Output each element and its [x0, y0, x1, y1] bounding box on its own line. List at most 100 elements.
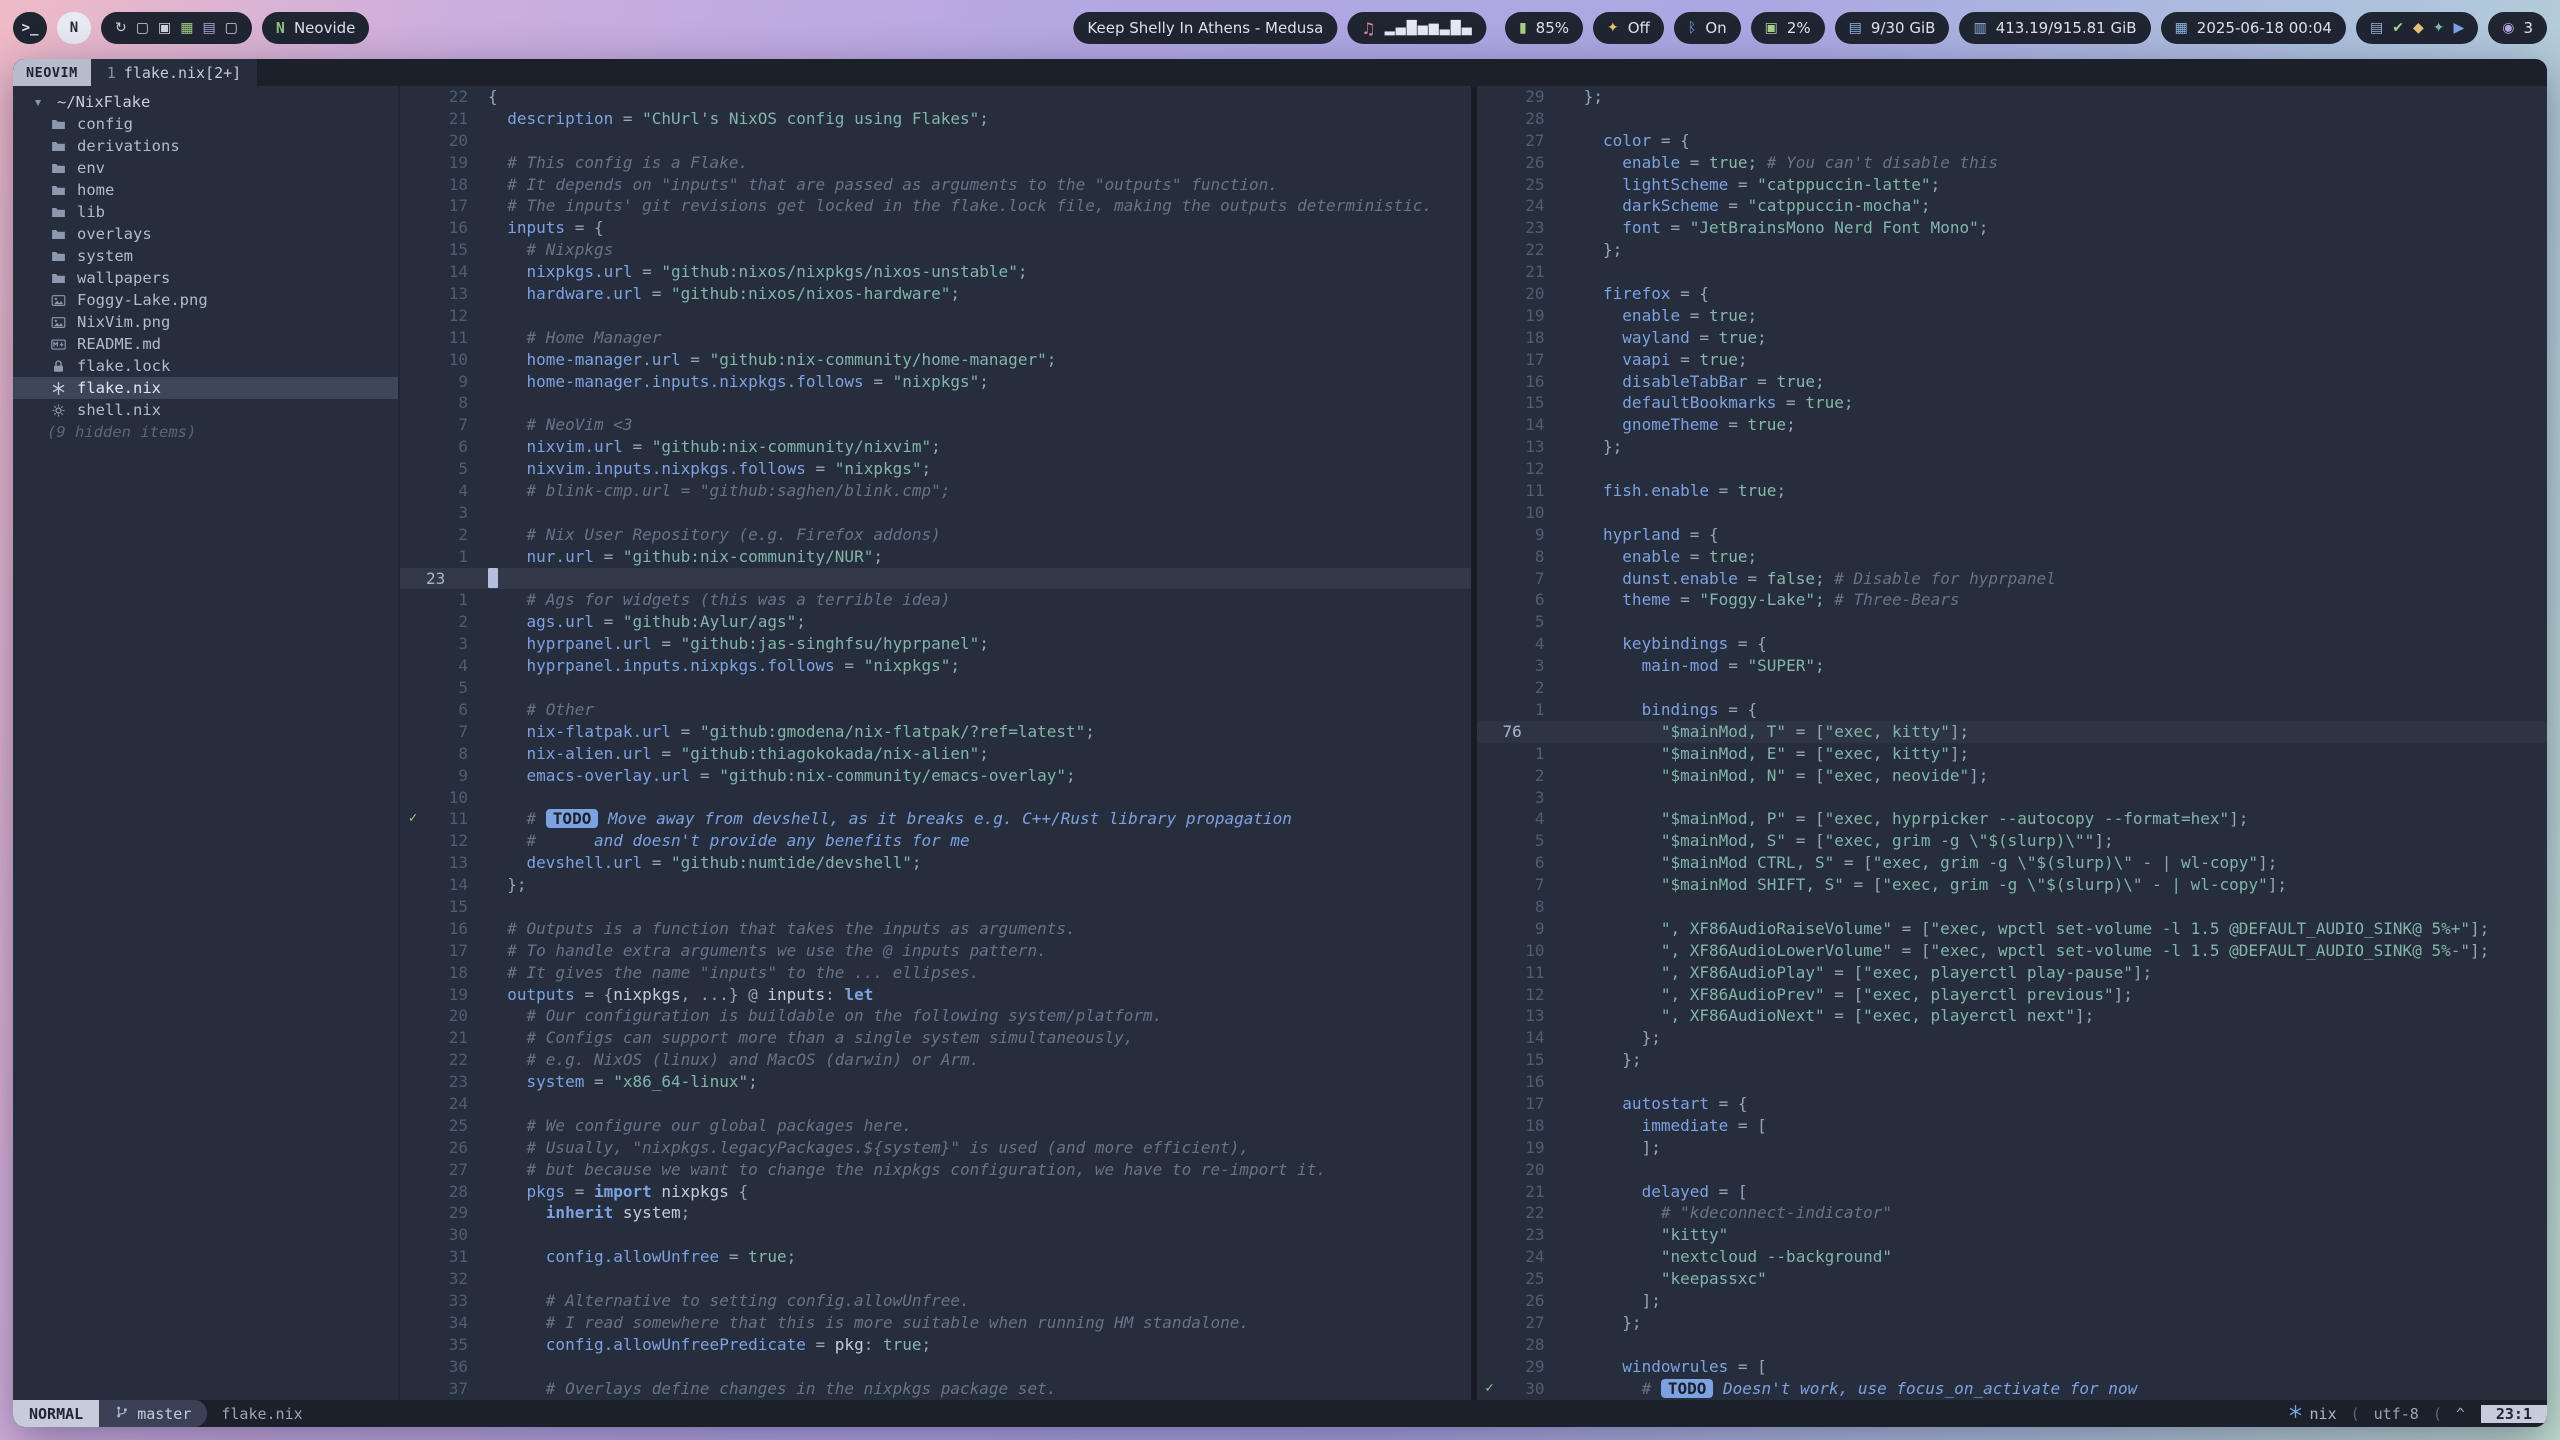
- code-line[interactable]: 3 hyprpanel.url = "github:jas-singhfsu/h…: [400, 633, 1471, 655]
- tab-flake-nix[interactable]: 1 flake.nix[2+]: [91, 59, 257, 86]
- code-line[interactable]: 17 # To handle extra arguments we use th…: [400, 940, 1471, 962]
- tree-item--nixflake[interactable]: ▾~/NixFlake: [13, 91, 398, 113]
- code-line[interactable]: 28: [1477, 1334, 2548, 1356]
- code-line[interactable]: 3 main-mod = "SUPER";: [1477, 655, 2548, 677]
- code-line[interactable]: 8 nix-alien.url = "github:thiagokokada/n…: [400, 743, 1471, 765]
- code-line[interactable]: 7 dunst.enable = false; # Disable for hy…: [1477, 568, 2548, 590]
- code-line[interactable]: 19 ];: [1477, 1137, 2548, 1159]
- code-line[interactable]: 13 devshell.url = "github:numtide/devshe…: [400, 852, 1471, 874]
- code-line[interactable]: 4 # blink-cmp.url = "github:saghen/blink…: [400, 480, 1471, 502]
- code-line[interactable]: 29 windowrules = [: [1477, 1356, 2548, 1378]
- code-line[interactable]: 19 # This config is a Flake.: [400, 152, 1471, 174]
- tree-item-wallpapers[interactable]: wallpapers: [13, 267, 398, 289]
- music-title-pill[interactable]: Keep Shelly In Athens - Medusa: [1073, 12, 1337, 44]
- code-line[interactable]: 3: [400, 502, 1471, 524]
- tree-item-foggy-lake-png[interactable]: Foggy-Lake.png: [13, 289, 398, 311]
- tray-keyboard-icon[interactable]: ▤: [2370, 20, 2383, 36]
- code-line[interactable]: ✓11 # TODO Move away from devshell, as i…: [400, 808, 1471, 830]
- idle-inhibitor-pill[interactable]: ✦Off: [1593, 12, 1664, 44]
- tray-send-icon[interactable]: ▶: [2453, 20, 2464, 36]
- code-line[interactable]: 14 gnomeTheme = true;: [1477, 414, 2548, 436]
- workspace-neovide[interactable]: N: [57, 12, 91, 44]
- code-line[interactable]: 6 # Other: [400, 699, 1471, 721]
- tree-item-readme-md[interactable]: README.md: [13, 333, 398, 355]
- window-title-pill[interactable]: N Neovide: [262, 12, 369, 44]
- code-line[interactable]: 25 # We configure our global packages he…: [400, 1115, 1471, 1137]
- code-line[interactable]: 14 };: [1477, 1027, 2548, 1049]
- music-visualizer-pill[interactable]: ♫ ▂▄█▅▆▃█▄: [1347, 12, 1486, 44]
- code-line[interactable]: 35 config.allowUnfreePredicate = pkg: tr…: [400, 1334, 1471, 1356]
- tree-item-env[interactable]: env: [13, 157, 398, 179]
- code-line[interactable]: 13 hardware.url = "github:nixos/nixos-ha…: [400, 283, 1471, 305]
- code-line[interactable]: 24 darkScheme = "catppuccin-mocha";: [1477, 195, 2548, 217]
- code-line[interactable]: 4 hyprpanel.inputs.nixpkgs.follows = "ni…: [400, 655, 1471, 677]
- code-line[interactable]: 19 outputs = {nixpkgs, ...} @ inputs: le…: [400, 984, 1471, 1006]
- code-line[interactable]: 10 home-manager.url = "github:nix-commun…: [400, 349, 1471, 371]
- code-line[interactable]: 18 # It gives the name "inputs" to the .…: [400, 962, 1471, 984]
- code-line[interactable]: 29 inherit system;: [400, 1202, 1471, 1224]
- code-line[interactable]: 26 ];: [1477, 1290, 2548, 1312]
- code-line[interactable]: 7 nix-flatpak.url = "github:gmodena/nix-…: [400, 721, 1471, 743]
- code-line[interactable]: 5 "$mainMod, S" = ["exec, grim -g \"$(sl…: [1477, 830, 2548, 852]
- code-line[interactable]: 23 font = "JetBrainsMono Nerd Font Mono"…: [1477, 217, 2548, 239]
- code-line[interactable]: 21 delayed = [: [1477, 1181, 2548, 1203]
- tray-shield-icon[interactable]: ◆: [2413, 20, 2424, 36]
- code-line[interactable]: 1 "$mainMod, E" = ["exec, kitty"];: [1477, 743, 2548, 765]
- code-line[interactable]: 28: [1477, 108, 2548, 130]
- code-line[interactable]: 21: [1477, 261, 2548, 283]
- code-line[interactable]: 24 "nextcloud --background": [1477, 1246, 2548, 1268]
- code-line[interactable]: 32: [400, 1268, 1471, 1290]
- tree-item-shell-nix[interactable]: shell.nix: [13, 399, 398, 421]
- code-line[interactable]: 1 # Ags for widgets (this was a terrible…: [400, 589, 1471, 611]
- tree-item-overlays[interactable]: overlays: [13, 223, 398, 245]
- code-line[interactable]: 17 vaapi = true;: [1477, 349, 2548, 371]
- code-line[interactable]: 12 # and doesn't provide any benefits fo…: [400, 830, 1471, 852]
- memory-pill[interactable]: ▤9/30 GiB: [1835, 12, 1950, 44]
- code-line[interactable]: 6 "$mainMod CTRL, S" = ["exec, grim -g \…: [1477, 852, 2548, 874]
- code-line[interactable]: 9 hyprland = {: [1477, 524, 2548, 546]
- code-line[interactable]: 20 firefox = {: [1477, 283, 2548, 305]
- code-line[interactable]: 76 "$mainMod, T" = ["exec, kitty"];: [1477, 721, 2548, 743]
- code-line[interactable]: 31 config.allowUnfree = true;: [400, 1246, 1471, 1268]
- tree-item-nixvim-png[interactable]: NixVim.png: [13, 311, 398, 333]
- code-line[interactable]: 5: [1477, 611, 2548, 633]
- code-line[interactable]: 9 emacs-overlay.url = "github:nix-commun…: [400, 765, 1471, 787]
- code-line[interactable]: 25 "keepassxc": [1477, 1268, 2548, 1290]
- code-line[interactable]: 11 # Home Manager: [400, 327, 1471, 349]
- code-line[interactable]: 12 ", XF86AudioPrev" = ["exec, playerctl…: [1477, 984, 2548, 1006]
- code-line[interactable]: 17 autostart = {: [1477, 1093, 2548, 1115]
- code-line[interactable]: 8: [1477, 896, 2548, 918]
- code-line[interactable]: 26 # Usually, "nixpkgs.legacyPackages.${…: [400, 1137, 1471, 1159]
- code-line[interactable]: 18 wayland = true;: [1477, 327, 2548, 349]
- notifications-pill[interactable]: ◉3: [2488, 12, 2547, 44]
- window-icon[interactable]: ▢: [136, 21, 149, 35]
- code-line[interactable]: 15 };: [1477, 1049, 2548, 1071]
- tree-item-lib[interactable]: lib: [13, 201, 398, 223]
- code-line[interactable]: 15 defaultBookmarks = true;: [1477, 392, 2548, 414]
- code-line[interactable]: 19 enable = true;: [1477, 305, 2548, 327]
- code-line[interactable]: 11 fish.enable = true;: [1477, 480, 2548, 502]
- code-line[interactable]: 1 nur.url = "github:nix-community/NUR";: [400, 546, 1471, 568]
- tree-item-home[interactable]: home: [13, 179, 398, 201]
- code-line[interactable]: 26 enable = true; # You can't disable th…: [1477, 152, 2548, 174]
- bluetooth-pill[interactable]: ᛒOn: [1674, 12, 1741, 44]
- code-line[interactable]: 18 immediate = [: [1477, 1115, 2548, 1137]
- app-grid-icon[interactable]: ▣: [158, 21, 171, 35]
- code-line[interactable]: 9 home-manager.inputs.nixpkgs.follows = …: [400, 371, 1471, 393]
- code-line[interactable]: 27 color = {: [1477, 130, 2548, 152]
- code-line[interactable]: 14 };: [400, 874, 1471, 896]
- code-line[interactable]: 33 # Alternative to setting config.allow…: [400, 1290, 1471, 1312]
- mail-app-icon[interactable]: ▤: [202, 21, 215, 35]
- tree-item-flake-nix[interactable]: flake.nix: [13, 377, 398, 399]
- code-line[interactable]: 29 };: [1477, 86, 2548, 108]
- code-line[interactable]: 30: [400, 1224, 1471, 1246]
- window2-icon[interactable]: ▢: [225, 21, 238, 35]
- code-line[interactable]: 27 # but because we want to change the n…: [400, 1159, 1471, 1181]
- code-line[interactable]: 22{: [400, 86, 1471, 108]
- code-line[interactable]: 9 ", XF86AudioRaiseVolume" = ["exec, wpc…: [1477, 918, 2548, 940]
- code-line[interactable]: 8 enable = true;: [1477, 546, 2548, 568]
- code-line[interactable]: 14 nixpkgs.url = "github:nixos/nixpkgs/n…: [400, 261, 1471, 283]
- code-line[interactable]: 16 disableTabBar = true;: [1477, 371, 2548, 393]
- editor-pane-right[interactable]: 29 };2827 color = {26 enable = true; # Y…: [1477, 86, 2548, 1400]
- code-line[interactable]: 7 # NeoVim <3: [400, 414, 1471, 436]
